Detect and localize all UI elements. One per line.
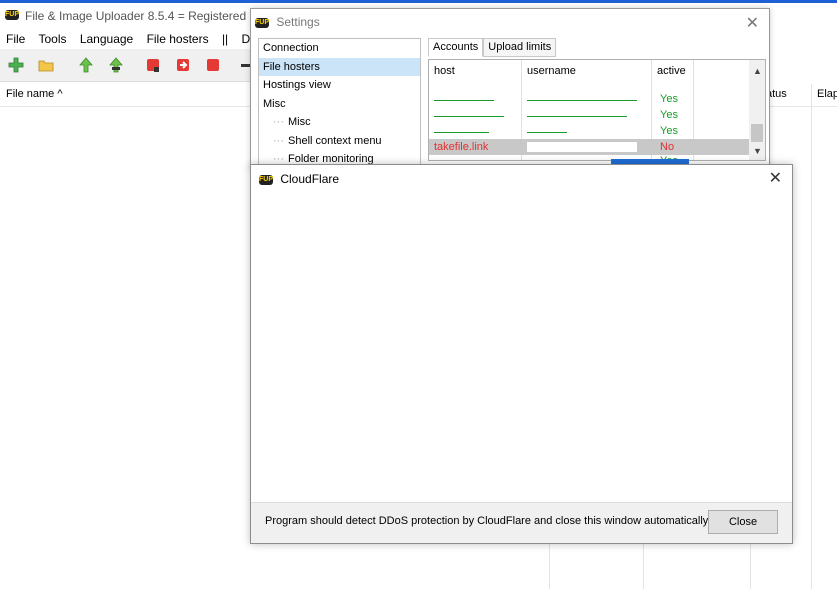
menu-tools[interactable]: Tools: [38, 32, 66, 46]
cloudflare-title: CloudFlare: [280, 172, 340, 186]
grid-header-host[interactable]: host: [434, 60, 455, 82]
settings-titlebar: FUP Settings: [255, 9, 320, 35]
redacted-host: [434, 116, 504, 117]
menu-file[interactable]: File: [6, 32, 25, 46]
row-host: takefile.link: [434, 141, 489, 153]
settings-dialog: FUP Settings ✕ Connection File hosters H…: [250, 8, 770, 170]
close-button[interactable]: Close: [708, 510, 778, 534]
column-file-name[interactable]: File name ^: [6, 88, 63, 100]
menu-separator: ||: [221, 32, 229, 46]
tab-accounts[interactable]: Accounts: [428, 38, 484, 57]
nav-item-connection[interactable]: Connection: [259, 39, 420, 58]
tree-connector: ···: [273, 134, 284, 147]
menu-language[interactable]: Language: [80, 32, 133, 46]
table-row-selected[interactable]: takefile.link No: [429, 139, 749, 155]
nav-item-misc-child[interactable]: ··· Misc: [259, 113, 420, 132]
column-divider: [549, 540, 550, 589]
forward-icon[interactable]: [175, 57, 191, 73]
column-divider: [643, 540, 644, 589]
cloudflare-dialog: FUP CloudFlare ✕ Program should detect D…: [250, 164, 793, 544]
table-row[interactable]: Yes: [429, 123, 749, 139]
redacted-host: [434, 132, 489, 133]
redacted-username: [527, 116, 627, 117]
add-folder-icon[interactable]: [38, 57, 54, 73]
cloudflare-footer: Program should detect DDoS protection by…: [251, 502, 792, 543]
toolbar: [0, 49, 260, 82]
app-title: File & Image Uploader 8.5.4 = Registered…: [25, 9, 257, 23]
accounts-grid: host username active Yes Yes Yes takefil…: [428, 59, 766, 161]
grid-header-active[interactable]: active: [657, 60, 686, 82]
tree-connector: ···: [273, 116, 284, 128]
column-divider: [811, 84, 812, 589]
close-icon[interactable]: ✕: [769, 168, 782, 188]
upload-all-icon[interactable]: [108, 57, 124, 73]
grid-header-username[interactable]: username: [527, 60, 576, 82]
nav-item-shell-label: Shell context menu: [288, 134, 382, 147]
close-icon[interactable]: ✕: [746, 13, 759, 33]
app-logo-icon: FUP: [5, 10, 19, 20]
column-elapsed[interactable]: Elap: [817, 88, 837, 100]
redacted-host: [434, 100, 494, 101]
redacted-username: [527, 142, 637, 152]
nav-item-shell-context-menu[interactable]: ··· Shell context menu: [259, 132, 420, 151]
remove-icon[interactable]: [205, 57, 221, 73]
app-logo-icon: FUP: [255, 17, 269, 28]
table-row[interactable]: Yes: [429, 107, 749, 123]
chevron-down-icon[interactable]: ▼: [753, 146, 762, 156]
table-row[interactable]: Yes: [429, 91, 749, 107]
nav-item-misc[interactable]: Misc: [259, 95, 420, 114]
menu-bar: File Tools Language File hosters || Deve: [0, 29, 270, 49]
upload-icon[interactable]: [78, 57, 94, 73]
settings-tabs: Accounts Upload limits: [428, 38, 557, 57]
grid-scrollbar[interactable]: ▲ ▼: [749, 60, 765, 160]
row-active: Yes: [660, 125, 678, 137]
nav-item-hostings-view[interactable]: Hostings view: [259, 76, 420, 95]
row-active: Yes: [660, 109, 678, 121]
tab-upload-limits[interactable]: Upload limits: [483, 38, 557, 57]
chevron-up-icon[interactable]: ▲: [753, 66, 762, 76]
nav-item-file-hosters[interactable]: File hosters: [259, 57, 420, 76]
nav-item-misc-child-label: Misc: [288, 116, 311, 128]
app-logo-icon: FUP: [259, 174, 273, 185]
cloudflare-titlebar: FUP CloudFlare: [259, 165, 339, 193]
stop-icon[interactable]: [145, 57, 161, 73]
menu-file-hosters[interactable]: File hosters: [147, 32, 209, 46]
settings-title: Settings: [276, 15, 320, 29]
row-active: Yes: [660, 93, 678, 105]
cloudflare-message: Program should detect DDoS protection by…: [265, 515, 711, 527]
app-titlebar: FUP File & Image Uploader 8.5.4 = Regist…: [0, 3, 260, 29]
add-icon[interactable]: [8, 57, 24, 73]
redacted-username: [527, 100, 637, 101]
settings-nav-tree: Connection File hosters Hostings view Mi…: [258, 38, 421, 170]
redacted-username: [527, 132, 567, 133]
table-row[interactable]: Yes: [429, 155, 749, 160]
scrollbar-thumb[interactable]: [751, 124, 763, 142]
